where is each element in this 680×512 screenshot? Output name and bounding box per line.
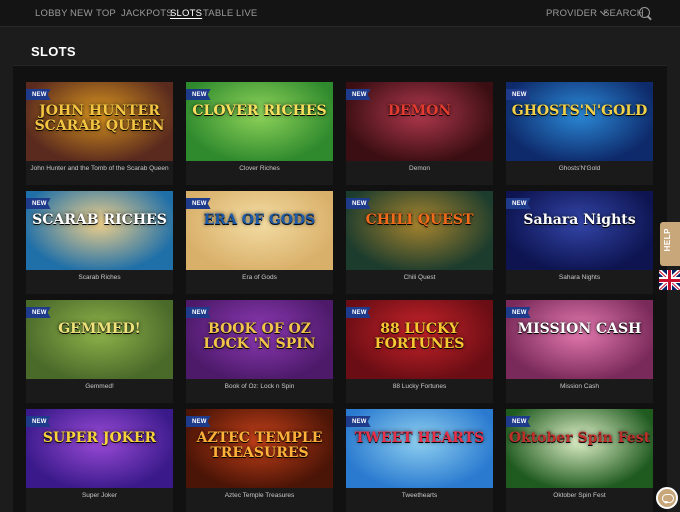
game-card[interactable]: DEMON NEW Demon [346, 82, 493, 185]
game-title[interactable]: Book of Oz: Lock n Spin [186, 383, 333, 390]
game-thumbnail[interactable]: MISSION CASH NEW [506, 300, 653, 379]
new-badge: NEW [186, 198, 211, 209]
game-card[interactable]: GEMMED! NEW Gemmed! [26, 300, 173, 403]
game-card[interactable]: SCARAB RICHES NEW Scarab Riches [26, 191, 173, 294]
game-title[interactable]: Chili Quest [346, 274, 493, 281]
game-logo: Sahara Nights [523, 212, 636, 228]
game-thumbnail[interactable]: ERA OF GODS NEW [186, 191, 333, 270]
new-badge: NEW [186, 416, 211, 427]
new-badge: NEW [26, 89, 51, 100]
game-thumbnail[interactable]: JOHN HUNTER SCARAB QUEEN NEW [26, 82, 173, 161]
game-thumbnail[interactable]: SCARAB RICHES NEW [26, 191, 173, 270]
new-badge: NEW [186, 307, 211, 318]
game-logo: CHILI QUEST [365, 212, 474, 228]
nav-top[interactable]: TOP [96, 8, 116, 19]
game-card[interactable]: BOOK OF OZ LOCK 'N SPIN NEW Book of Oz: Lo… [186, 300, 333, 403]
game-thumbnail[interactable]: BOOK OF OZ LOCK 'N SPIN NEW [186, 300, 333, 379]
new-badge: NEW [506, 307, 531, 318]
game-card[interactable]: CLOVER RICHES NEW Clover Riches [186, 82, 333, 185]
game-title[interactable]: Sahara Nights [506, 274, 653, 281]
game-thumbnail[interactable]: CLOVER RICHES NEW [186, 82, 333, 161]
new-badge: NEW [346, 416, 371, 427]
game-logo: GHOSTS'N'GOLD [511, 103, 648, 119]
game-logo: SUPER JOKER [42, 430, 157, 446]
game-title[interactable]: Era of Gods [186, 274, 333, 281]
game-thumbnail[interactable]: DEMON NEW [346, 82, 493, 161]
game-logo: Oktober Spin Fest [508, 430, 651, 446]
game-card[interactable]: 88 LUCKY FORTUNES NEW 88 Lucky Fortunes [346, 300, 493, 403]
game-thumbnail[interactable]: Oktober Spin Fest NEW [506, 409, 653, 488]
game-thumbnail[interactable]: 88 LUCKY FORTUNES NEW [346, 300, 493, 379]
search-icon[interactable] [639, 7, 650, 18]
new-badge: NEW [506, 89, 531, 100]
game-logo: ERA OF GODS [203, 212, 316, 228]
game-title[interactable]: Tweethearts [346, 492, 493, 499]
game-logo: AZTEC TEMPLE TREASURES [196, 430, 323, 461]
game-card[interactable]: CHILI QUEST NEW Chili Quest [346, 191, 493, 294]
game-thumbnail[interactable]: GEMMED! NEW [26, 300, 173, 379]
game-thumbnail[interactable]: Sahara Nights NEW [506, 191, 653, 270]
game-title[interactable]: Super Joker [26, 492, 173, 499]
game-title[interactable]: Oktober Spin Fest [506, 492, 653, 499]
top-navigation: LOBBY NEW TOP JACKPOTS SLOTS TABLE LIVE … [0, 0, 680, 27]
game-title[interactable]: Ghosts'N'Gold [506, 165, 653, 172]
new-badge: NEW [26, 198, 51, 209]
game-card[interactable]: GHOSTS'N'GOLD NEW Ghosts'N'Gold [506, 82, 653, 185]
provider-label: PROVIDER [546, 8, 598, 19]
game-card[interactable]: Oktober Spin Fest NEW Oktober Spin Fest [506, 409, 653, 512]
game-title[interactable]: Gemmed! [26, 383, 173, 390]
game-thumbnail[interactable]: SUPER JOKER NEW [26, 409, 173, 488]
game-title[interactable]: Clover Riches [186, 165, 333, 172]
game-thumbnail[interactable]: AZTEC TEMPLE TREASURES NEW [186, 409, 333, 488]
game-logo: BOOK OF OZ LOCK 'N SPIN [203, 321, 316, 352]
game-card[interactable]: AZTEC TEMPLE TREASURES NEW Aztec Temple Tr… [186, 409, 333, 512]
game-logo: 88 LUCKY FORTUNES [374, 321, 465, 352]
new-badge: NEW [26, 307, 51, 318]
game-logo: GEMMED! [58, 321, 141, 337]
game-logo: SCARAB RICHES [32, 212, 167, 228]
chat-bubble-icon[interactable] [656, 487, 678, 509]
game-card[interactable]: JOHN HUNTER SCARAB QUEEN NEW John Hunter a… [26, 82, 173, 185]
nav-lobby[interactable]: LOBBY [35, 8, 68, 19]
game-card[interactable]: Sahara Nights NEW Sahara Nights [506, 191, 653, 294]
game-card[interactable]: SUPER JOKER NEW Super Joker [26, 409, 173, 512]
game-card[interactable]: ERA OF GODS NEW Era of Gods [186, 191, 333, 294]
nav-live[interactable]: LIVE [236, 8, 257, 19]
game-card[interactable]: TWEET HEARTS NEW Tweethearts [346, 409, 493, 512]
new-badge: NEW [506, 198, 531, 209]
help-label: HELP [663, 228, 672, 252]
nav-table[interactable]: TABLE [203, 8, 233, 19]
game-title[interactable]: 88 Lucky Fortunes [346, 383, 493, 390]
new-badge: NEW [26, 416, 51, 427]
page-title: SLOTS [31, 44, 76, 59]
new-badge: NEW [346, 89, 371, 100]
game-title[interactable]: John Hunter and the Tomb of the Scarab Q… [26, 165, 173, 172]
game-card[interactable]: MISSION CASH NEW Mission Cash [506, 300, 653, 403]
game-logo: JOHN HUNTER SCARAB QUEEN [34, 103, 165, 134]
game-thumbnail[interactable]: CHILI QUEST NEW [346, 191, 493, 270]
provider-dropdown[interactable]: PROVIDER [546, 7, 608, 19]
help-tab[interactable]: HELP [660, 222, 680, 266]
uk-flag-icon[interactable] [659, 270, 680, 290]
game-title[interactable]: Mission Cash [506, 383, 653, 390]
nav-slots[interactable]: SLOTS [170, 8, 202, 19]
game-title[interactable]: Aztec Temple Treasures [186, 492, 333, 499]
new-badge: NEW [346, 198, 371, 209]
game-logo: DEMON [387, 103, 452, 119]
game-logo: TWEET HEARTS [354, 430, 485, 446]
game-logo: MISSION CASH [517, 321, 642, 337]
nav-new[interactable]: NEW [70, 8, 93, 19]
search-label[interactable]: SEARCH [603, 8, 644, 19]
game-title[interactable]: Scarab Riches [26, 274, 173, 281]
new-badge: NEW [346, 307, 371, 318]
game-thumbnail[interactable]: GHOSTS'N'GOLD NEW [506, 82, 653, 161]
new-badge: NEW [506, 416, 531, 427]
game-title[interactable]: Demon [346, 165, 493, 172]
nav-jackpots[interactable]: JACKPOTS [121, 8, 173, 19]
game-logo: CLOVER RICHES [192, 103, 327, 119]
game-thumbnail[interactable]: TWEET HEARTS NEW [346, 409, 493, 488]
new-badge: NEW [186, 89, 211, 100]
